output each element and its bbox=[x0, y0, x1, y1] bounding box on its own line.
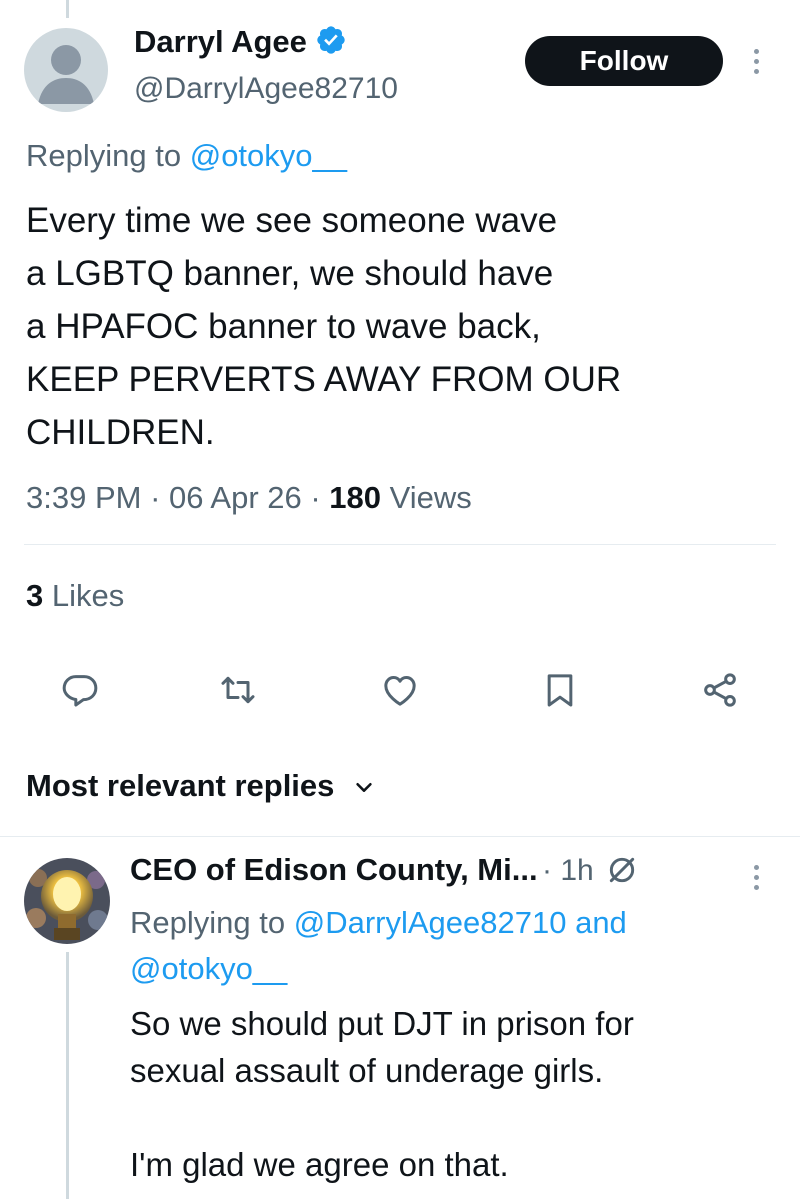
likes-label: Likes bbox=[51, 578, 125, 613]
author-avatar[interactable] bbox=[24, 28, 108, 112]
views-label: Views bbox=[389, 480, 472, 515]
author-name-row: Darryl Agee bbox=[134, 24, 347, 60]
reply-replying-to: Replying to @DarrylAgee82710 and @otokyo… bbox=[130, 900, 770, 992]
bookmark-icon[interactable] bbox=[540, 670, 580, 710]
share-icon[interactable] bbox=[700, 670, 740, 710]
replies-sort-dropdown[interactable]: Most relevant replies bbox=[26, 768, 375, 804]
author-handle[interactable]: @DarrylAgee82710 bbox=[134, 72, 398, 106]
tweet-meta: 3:39 PM · 06 Apr 26 · 180 Views bbox=[26, 480, 472, 515]
divider bbox=[24, 544, 776, 545]
author-name[interactable]: Darryl Agee bbox=[134, 24, 307, 59]
reply-and-label: and bbox=[575, 905, 627, 940]
reply-header: CEO of Edison County, Mi... · 1h bbox=[130, 852, 740, 888]
section-divider bbox=[0, 836, 800, 837]
reply-author-name[interactable]: CEO of Edison County, Mi... bbox=[130, 852, 538, 887]
reply-replying-handle1[interactable]: @DarrylAgee82710 bbox=[294, 905, 567, 940]
reply-text: So we should put DJT in prison for sexua… bbox=[130, 1005, 634, 1183]
replies-section-title: Most relevant replies bbox=[26, 768, 335, 803]
grok-icon[interactable] bbox=[606, 854, 638, 886]
reply-author-avatar[interactable] bbox=[24, 858, 110, 944]
replying-handle-link[interactable]: @otokyo__ bbox=[190, 138, 347, 173]
more-options-icon[interactable] bbox=[748, 46, 764, 82]
likes-link[interactable]: 3 Likes bbox=[26, 578, 124, 614]
default-avatar-icon bbox=[38, 45, 94, 104]
views-count: 180 bbox=[329, 480, 382, 515]
replying-to: Replying to @otokyo__ bbox=[26, 138, 347, 174]
lightbulb-avatar-icon bbox=[24, 858, 110, 944]
chevron-down-icon bbox=[356, 782, 372, 792]
reply-icon[interactable] bbox=[60, 670, 100, 710]
replying-prefix: Replying to bbox=[26, 138, 182, 173]
retweet-icon[interactable] bbox=[218, 670, 258, 710]
reply-more-options-icon[interactable] bbox=[748, 862, 764, 898]
follow-button[interactable]: Follow bbox=[525, 36, 723, 86]
reply-time[interactable]: 1h bbox=[560, 854, 593, 887]
tweet-time[interactable]: 3:39 PM bbox=[26, 480, 141, 515]
like-icon[interactable] bbox=[380, 670, 420, 710]
reply-replying-prefix: Replying to bbox=[130, 905, 286, 940]
tweet-text: Every time we see someone wave a LGBTQ b… bbox=[26, 201, 622, 452]
thread-line-reply bbox=[66, 952, 69, 1199]
thread-line-top bbox=[66, 0, 69, 18]
tweet-date[interactable]: 06 Apr 26 bbox=[169, 480, 302, 515]
reply-replying-handle2[interactable]: @otokyo__ bbox=[130, 951, 287, 986]
verified-badge-icon bbox=[317, 26, 346, 54]
likes-count: 3 bbox=[26, 578, 44, 613]
